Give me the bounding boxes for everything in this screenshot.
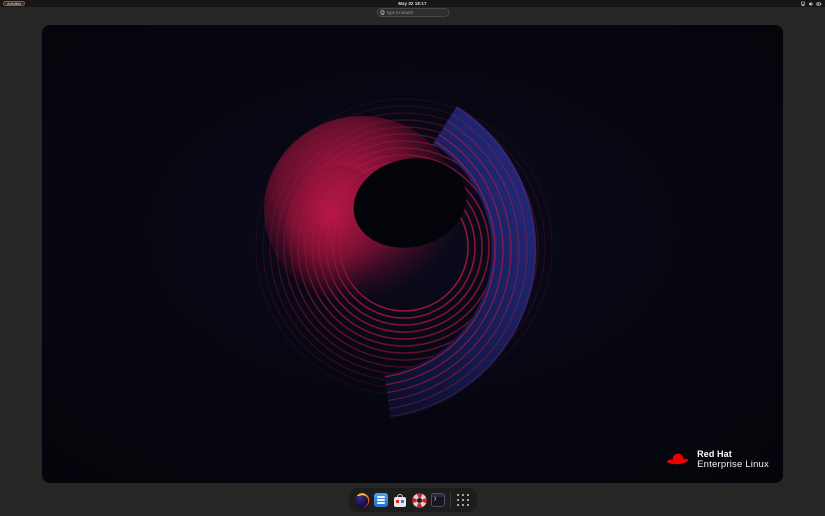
app-grid-icon (457, 494, 470, 507)
dock-item-firefox[interactable] (354, 492, 371, 509)
software-icon (393, 493, 407, 507)
power-icon (816, 1, 822, 7)
network-icon (800, 1, 806, 7)
search-icon (380, 10, 384, 14)
dock-separator (450, 492, 451, 508)
terminal-icon: ❯ (431, 493, 445, 507)
red-hat-fedora-icon (665, 450, 692, 469)
clock-label: May 02 18:17 (398, 1, 426, 6)
volume-icon (808, 1, 814, 7)
dock-item-terminal[interactable]: ❯ (430, 492, 447, 509)
dash: ❯ (348, 487, 478, 513)
firefox-icon (354, 492, 371, 509)
brand-logo: Red Hat Enterprise Linux (665, 450, 769, 470)
help-lifebuoy-icon (411, 492, 428, 509)
brand-subtitle: Enterprise Linux (697, 460, 769, 470)
clock-button[interactable]: May 02 18:17 (398, 0, 426, 7)
dock-item-files[interactable] (373, 492, 390, 509)
activities-button[interactable]: Activities (3, 1, 25, 6)
system-menu-button[interactable] (800, 0, 822, 7)
dock-item-help[interactable] (411, 492, 428, 509)
search-input[interactable] (386, 10, 445, 15)
show-applications-button[interactable] (455, 492, 472, 509)
files-icon (374, 493, 388, 507)
dock-item-software[interactable] (392, 492, 409, 509)
activities-label: Activities (7, 2, 21, 6)
wallpaper-art (42, 25, 783, 483)
workspace-preview[interactable]: Red Hat Enterprise Linux (42, 25, 783, 483)
search-bar (376, 8, 449, 17)
top-bar: Activities May 02 18:17 (0, 0, 825, 7)
